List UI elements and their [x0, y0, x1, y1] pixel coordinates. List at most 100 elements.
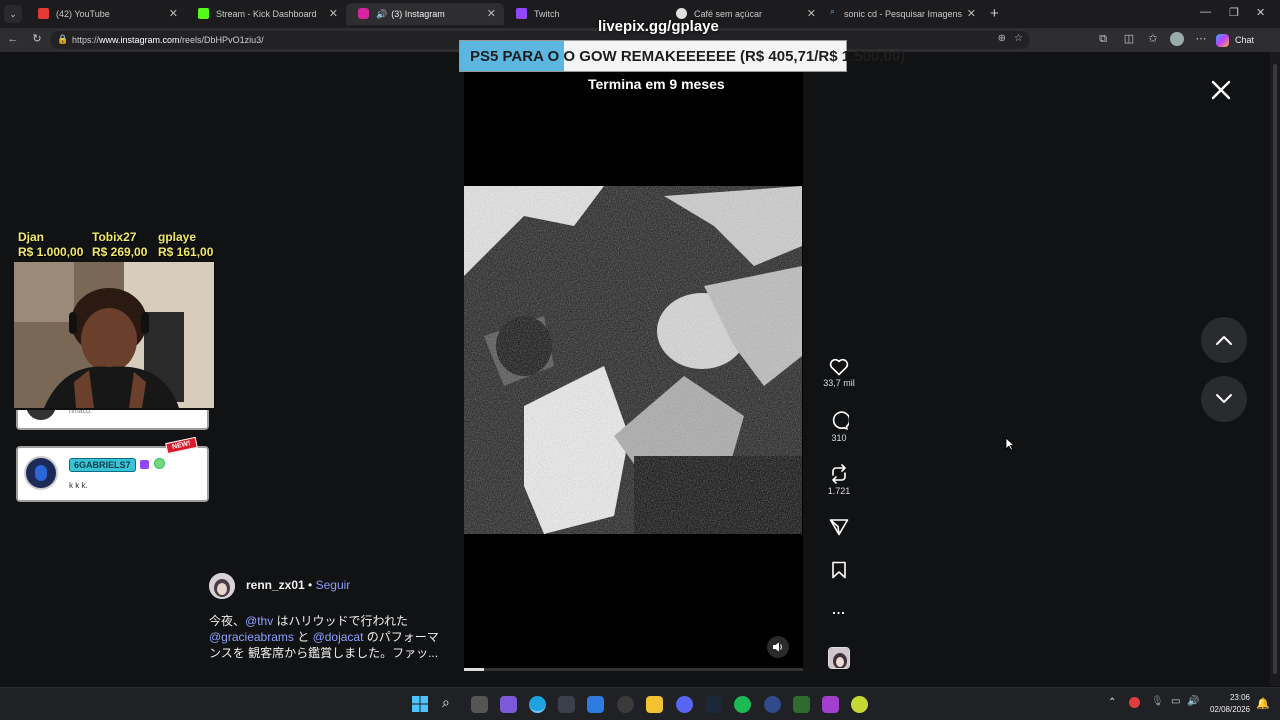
tray-app-icon[interactable] — [1129, 697, 1140, 708]
mention-link[interactable]: @gracieabrams — [209, 630, 294, 644]
reel-progress-bar[interactable] — [464, 668, 803, 671]
repost-count: 1.721 — [827, 486, 851, 496]
chevron-up-icon — [1216, 336, 1232, 345]
next-reel-button[interactable] — [1201, 376, 1247, 422]
copilot-chat-button[interactable]: Chat — [1216, 31, 1254, 49]
youtube-icon — [38, 8, 49, 19]
spotify-icon[interactable] — [734, 696, 751, 713]
minimize-button[interactable]: — — [1200, 6, 1211, 18]
twitch-badge-icon — [140, 460, 149, 469]
tab-youtube[interactable]: (42) YouTube ✕ — [26, 3, 186, 25]
tab-kick-dashboard[interactable]: Stream - Kick Dashboard ✕ — [186, 3, 346, 25]
search-icon: ⌕ — [830, 6, 836, 16]
top-donor: Tobix27 R$ 269,00 — [92, 230, 148, 259]
mention-link[interactable]: @dojacat — [313, 630, 364, 644]
restore-button[interactable]: ❐ — [1229, 6, 1239, 19]
livepix-link-overlay: livepix.gg/gplaye — [598, 18, 719, 35]
windows-taskbar: ⌕ ⌃ 🎙 ▭ 🔊 23:06 02/08/2026 🔔 — [0, 687, 1280, 720]
profile-avatar[interactable] — [1170, 32, 1184, 46]
mail-icon[interactable] — [587, 696, 604, 713]
author-username[interactable]: renn_zx01 — [246, 578, 305, 592]
network-icon[interactable]: ▭ — [1171, 696, 1180, 707]
app-icon[interactable] — [851, 696, 868, 713]
notifications-icon[interactable]: 🔔 — [1256, 697, 1270, 710]
reel-caption: 今夜、@thv はハリウッドで行われた @gracieabrams と @doj… — [209, 614, 439, 660]
page-scrollbar[interactable] — [1270, 52, 1280, 686]
streamer-app-icon[interactable] — [793, 696, 810, 713]
more-menu-icon[interactable]: ⋯ — [1194, 32, 1208, 46]
chevron-up-icon[interactable]: ⌃ — [1108, 697, 1116, 708]
close-window-button[interactable]: ✕ — [1256, 6, 1265, 19]
follow-button[interactable]: Seguir — [316, 578, 351, 592]
like-button[interactable]: 33,7 mil — [822, 358, 856, 388]
top-donor: Djan R$ 1.000,00 — [18, 230, 84, 259]
task-view-icon[interactable] — [471, 696, 488, 713]
heart-icon — [829, 358, 849, 376]
search-icon[interactable]: ⌕ — [442, 694, 450, 711]
previous-reel-button[interactable] — [1201, 317, 1247, 363]
speaker-icon[interactable]: 🔊 — [376, 9, 387, 20]
reel-author-line: renn_zx01 • Seguir — [246, 578, 351, 592]
widgets-icon[interactable] — [500, 696, 517, 713]
mention-link[interactable]: @thv — [245, 614, 273, 628]
repost-icon — [832, 464, 846, 484]
comment-button[interactable]: 310 — [822, 411, 856, 443]
volume-icon — [773, 642, 782, 652]
share-button[interactable] — [822, 518, 856, 536]
microphone-icon[interactable]: 🎙 — [1151, 696, 1164, 707]
file-explorer-icon[interactable] — [646, 696, 663, 713]
audio-track-thumbnail[interactable] — [828, 647, 850, 669]
tab-bing-images[interactable]: ⌕ sonic cd - Pesquisar Imagens ✕ — [824, 3, 984, 25]
obs-icon[interactable] — [617, 696, 634, 713]
close-tab-icon[interactable]: ✕ — [169, 7, 178, 20]
donation-goal-bar: PS5 PARA O O GOW REMAKEEEEEE (R$ 405,71/… — [459, 40, 905, 72]
tab-instagram[interactable]: 🔊 (3) Instagram ✕ — [346, 3, 504, 25]
favorite-star-icon[interactable]: ☆ — [1014, 33, 1023, 44]
send-icon — [829, 519, 849, 536]
reel-video-frame — [464, 186, 802, 534]
steam-icon[interactable] — [705, 696, 722, 713]
top-donor: gplaye R$ 161,00 — [158, 230, 214, 259]
edge-icon[interactable] — [529, 696, 546, 713]
chat-message-card: 6GABRIELS7 k k k. — [16, 446, 209, 502]
save-button[interactable] — [822, 561, 856, 579]
system-clock[interactable]: 23:06 02/08/2026 — [1210, 692, 1250, 716]
back-icon[interactable]: ← — [6, 32, 20, 46]
split-screen-icon[interactable]: ◫ — [1122, 32, 1136, 46]
more-options-button[interactable]: ... — [822, 602, 856, 617]
tab-actions-menu-button[interactable]: ⌄ — [4, 5, 22, 23]
repost-button[interactable]: 1.721 — [822, 464, 856, 496]
close-tab-icon[interactable]: ✕ — [807, 7, 816, 20]
refresh-icon[interactable]: ↻ — [30, 32, 44, 46]
discord-icon[interactable] — [676, 696, 693, 713]
close-tab-icon[interactable]: ✕ — [967, 7, 976, 20]
zoom-icon[interactable]: ⊕ — [998, 33, 1006, 44]
instagram-icon — [358, 8, 369, 19]
bookmark-icon — [832, 561, 846, 579]
chat-avatar — [24, 456, 58, 490]
store-icon[interactable] — [558, 696, 575, 713]
donation-goal-label: PS5 PARA O O GOW REMAKEEEEEE (R$ 405,71/… — [470, 48, 906, 65]
copilot-icon — [1216, 33, 1229, 47]
chat-username: 6GABRIELS7 — [69, 458, 136, 472]
close-icon — [1211, 80, 1231, 100]
chevron-down-icon — [1216, 394, 1232, 403]
volume-icon[interactable]: 🔊 — [1187, 696, 1199, 707]
goal-deadline-text: Termina em 9 meses — [588, 76, 725, 92]
globe-badge-icon — [154, 458, 165, 469]
close-tab-icon[interactable]: ✕ — [329, 7, 338, 20]
comment-icon — [832, 411, 849, 430]
close-reel-button[interactable] — [1210, 79, 1232, 101]
twitch-icon — [516, 8, 527, 19]
author-avatar[interactable] — [209, 573, 235, 599]
lock-icon: 🔒 — [57, 34, 69, 44]
comment-count: 310 — [831, 433, 847, 443]
close-tab-icon[interactable]: ✕ — [487, 7, 496, 20]
windows-start-icon[interactable] — [412, 696, 428, 712]
favorites-icon[interactable]: ✩ — [1146, 32, 1160, 46]
app-icon[interactable] — [822, 696, 839, 713]
mute-toggle-button[interactable] — [767, 636, 789, 658]
extensions-icon[interactable]: ⧉ — [1096, 32, 1110, 46]
new-tab-button[interactable]: + — [990, 5, 999, 22]
app-icon[interactable] — [764, 696, 781, 713]
